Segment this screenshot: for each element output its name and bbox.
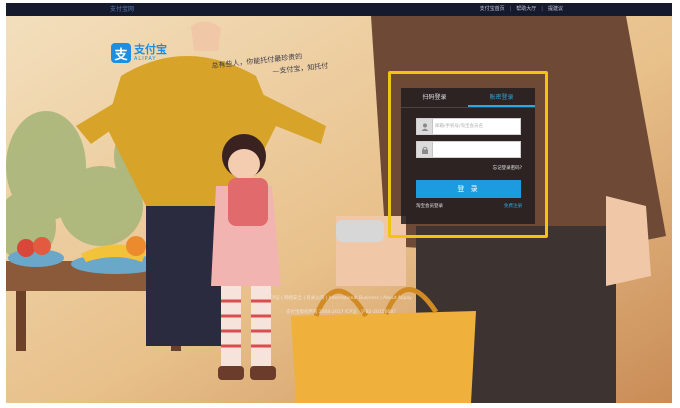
top-brand-link[interactable]: 支付宝网 — [110, 4, 134, 15]
top-bar: 支付宝网 支付宝首页 | 帮助大厅 | 提建议 — [6, 3, 672, 16]
hero-illustration: 支 支付宝 ALIPAY 总有些人，你能托付最珍贵的 —支付宝，知托付 扫码登录… — [6, 16, 672, 403]
alipay-logo[interactable]: 支 支付宝 ALIPAY — [111, 43, 167, 63]
logo-text: 支付宝 ALIPAY — [134, 43, 167, 63]
top-links: 支付宝首页 | 帮助大厅 | 提建议 — [475, 4, 568, 15]
logo-subtitle: ALIPAY — [134, 56, 157, 62]
top-link-feedback[interactable]: 提建议 — [543, 4, 568, 15]
logo-name: 支付宝 — [134, 43, 167, 56]
footer-links[interactable]: ICP证 | 网络安全 | 有关公司 | International Busin… — [268, 292, 412, 306]
alipay-logo-icon: 支 — [111, 43, 131, 63]
illustration-background — [6, 16, 672, 403]
top-link-home[interactable]: 支付宝首页 — [475, 4, 510, 15]
footer-copyright: 支付宝版权所有 2004-2017 ICP证：沪B2-20150087 — [286, 310, 397, 315]
highlight-box — [388, 71, 548, 238]
top-link-help[interactable]: 帮助大厅 — [511, 4, 541, 15]
footer: ICP证 | 网络安全 | 有关公司 | International Busin… — [268, 292, 412, 320]
browser-viewport: 支付宝网 支付宝首页 | 帮助大厅 | 提建议 支 支付宝 ALIPAY 总有些… — [6, 3, 672, 403]
